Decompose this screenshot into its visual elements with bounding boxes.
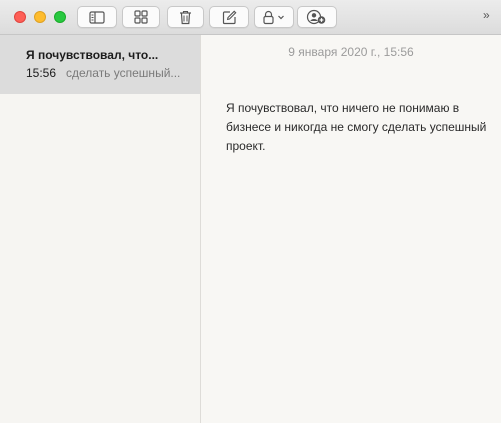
trash-icon xyxy=(180,10,191,24)
note-list-item[interactable]: Я почувствовал, что... 15:56 сделать усп… xyxy=(0,35,200,94)
close-window-button[interactable] xyxy=(14,11,26,23)
lock-icon xyxy=(263,10,284,24)
toolbar-overflow-button[interactable]: » xyxy=(483,9,490,21)
toggle-sidebar-button[interactable] xyxy=(77,6,117,28)
gallery-view-button[interactable] xyxy=(122,6,160,28)
compose-icon xyxy=(222,10,236,24)
note-body-text[interactable]: Я почувствовал, что ничего не понимаю в … xyxy=(226,99,488,156)
minimize-window-button[interactable] xyxy=(34,11,46,23)
sidebar-icon xyxy=(89,10,105,24)
note-list-time: 15:56 xyxy=(26,66,57,80)
note-date: 9 января 2020 г., 15:56 xyxy=(288,45,414,59)
notes-window: » Я почувствовал, что... 15:56 сделать у… xyxy=(0,0,501,423)
lock-note-button[interactable] xyxy=(254,6,294,28)
delete-note-button[interactable] xyxy=(167,6,204,28)
chevron-down-icon xyxy=(278,15,284,19)
grid-icon xyxy=(134,10,148,24)
new-note-button[interactable] xyxy=(209,6,249,28)
notes-list: Я почувствовал, что... 15:56 сделать усп… xyxy=(0,35,201,423)
zoom-window-button[interactable] xyxy=(54,11,66,23)
note-editor[interactable]: 9 января 2020 г., 15:56 Я почувствовал, … xyxy=(201,35,501,423)
note-list-snippet: сделать успешный... xyxy=(66,66,181,80)
add-people-button[interactable] xyxy=(297,6,337,28)
note-list-title: Я почувствовал, что... xyxy=(26,48,159,62)
add-person-icon xyxy=(306,9,326,25)
toolbar: » xyxy=(0,0,501,35)
